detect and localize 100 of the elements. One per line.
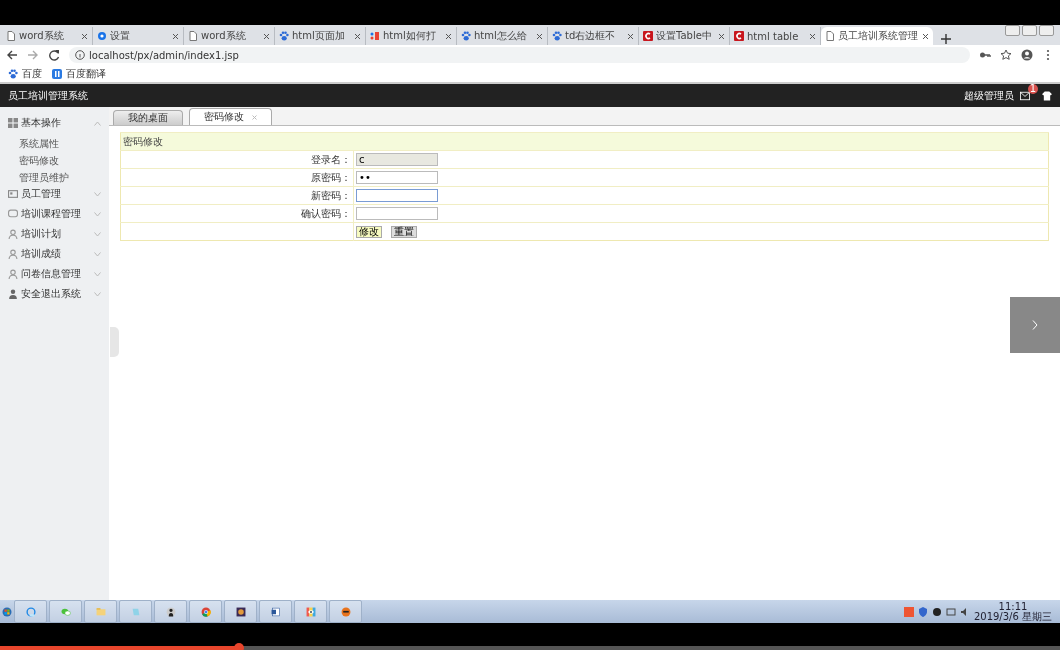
- tab-title: html table: [747, 30, 800, 42]
- avatar-icon: [165, 606, 176, 617]
- taskbar-button[interactable]: [154, 600, 187, 623]
- forward-icon: [27, 49, 39, 61]
- close-button[interactable]: [1039, 25, 1054, 36]
- close-icon: [718, 32, 725, 40]
- app-title: 员工培训管理系统: [8, 88, 89, 103]
- sidebar-subitem[interactable]: 密码修改: [0, 150, 109, 167]
- sidebar-subitem[interactable]: 管理员维护: [0, 167, 109, 184]
- profile-icon: [1021, 49, 1033, 61]
- translate-icon: [52, 68, 62, 79]
- close-icon: [172, 32, 179, 40]
- field-label: 确认密码：: [301, 207, 351, 219]
- settings-icon: [97, 31, 107, 41]
- new-tab-icon: [941, 34, 951, 44]
- close-icon: [536, 32, 543, 40]
- close-icon: [809, 32, 816, 40]
- sidebar-item[interactable]: 培训成绩: [0, 244, 109, 264]
- clock-date: 2019/3/6 星期三: [973, 611, 1052, 622]
- sidebar-item[interactable]: 问卷信息管理: [0, 264, 109, 284]
- restore-button[interactable]: [1022, 25, 1037, 36]
- page-icon: [188, 31, 198, 41]
- sidebar-item[interactable]: 员工管理: [0, 184, 109, 204]
- chevron-down-icon: [94, 271, 101, 277]
- person-icon: [8, 269, 18, 279]
- chat-icon: [8, 209, 18, 219]
- close-icon: [922, 32, 929, 40]
- paw-icon: [8, 68, 18, 79]
- minimize-button[interactable]: [1005, 25, 1020, 36]
- bookmark[interactable]: 百度翻译: [52, 66, 106, 81]
- star-icon: [1000, 49, 1012, 61]
- dots-icon: [370, 31, 380, 41]
- sidebar-item[interactable]: 培训课程管理: [0, 204, 109, 224]
- input-field[interactable]: ••: [356, 171, 438, 184]
- info-icon: [75, 50, 85, 60]
- notepad-icon: [130, 606, 141, 617]
- close-icon: [627, 32, 634, 40]
- user-name: 超级管理员: [964, 88, 1014, 103]
- input-field[interactable]: [356, 189, 438, 202]
- close-icon: [252, 114, 257, 120]
- chrome-icon: [200, 606, 211, 617]
- browser-tab[interactable]: 员工培训系统管理: [821, 27, 933, 45]
- chat-icon: [60, 606, 71, 617]
- sidebar-item[interactable]: 培训计划: [0, 224, 109, 244]
- sidebar-subitem[interactable]: 系统属性: [0, 133, 109, 150]
- page-tab[interactable]: 我的桌面: [113, 110, 183, 125]
- collapse-handle[interactable]: [110, 327, 119, 357]
- c-logo-icon: [643, 31, 653, 41]
- back-icon: [6, 49, 18, 61]
- bookmark[interactable]: 百度: [8, 66, 42, 81]
- paw-icon: [461, 31, 471, 41]
- input-method-icon: [903, 606, 914, 617]
- grid-icon: [8, 118, 18, 128]
- chevron-right-icon: [1030, 320, 1040, 330]
- form-title: 密码修改: [120, 132, 1049, 151]
- reset-button[interactable]: 重置: [391, 225, 417, 238]
- tab-title: td右边框不: [565, 29, 617, 43]
- tab-title: html如何打: [383, 29, 437, 43]
- url-text: localhost/px/admin/index1.jsp: [89, 49, 239, 61]
- browser-icon: [25, 606, 36, 617]
- submit-button[interactable]: 修改: [356, 225, 382, 238]
- c-logo-icon: [734, 31, 744, 41]
- reload-icon: [48, 49, 60, 61]
- close-icon: [263, 32, 270, 40]
- close-icon: [445, 32, 452, 40]
- chevron-up-icon: [94, 120, 101, 126]
- progress-track[interactable]: [0, 646, 1060, 650]
- tab-title: 设置: [110, 29, 131, 43]
- clock-time: 11:11: [998, 601, 1028, 612]
- folder-icon: [95, 606, 106, 617]
- fox-icon: [340, 606, 351, 617]
- paw-icon: [279, 31, 289, 41]
- mail-icon: [1020, 90, 1030, 101]
- card-icon: [8, 189, 18, 199]
- tab-title: html怎么给: [474, 29, 528, 43]
- input-field[interactable]: [356, 207, 438, 220]
- close-icon: [81, 32, 88, 40]
- address-bar[interactable]: localhost/px/admin/index1.jsp: [69, 47, 970, 63]
- page-icon: [6, 31, 16, 41]
- page-tab[interactable]: 密码修改: [189, 108, 272, 125]
- paw-icon: [552, 31, 562, 41]
- page-icon: [825, 31, 835, 41]
- sidebar-item[interactable]: 基本操作: [0, 113, 109, 133]
- sidebar-item[interactable]: 安全退出系统: [0, 284, 109, 304]
- field-label: 登录名：: [311, 153, 351, 165]
- progress-thumb[interactable]: [233, 643, 244, 650]
- penguin-icon: [931, 606, 942, 617]
- tab-title: html页面加: [292, 29, 346, 43]
- person-icon: [8, 249, 18, 259]
- game-icon: [235, 606, 246, 617]
- tab-title: 员工培训系统管理: [838, 29, 919, 43]
- tab-title: word系统: [201, 29, 247, 43]
- taskbar-button[interactable]: [259, 600, 292, 623]
- close-icon: [354, 32, 361, 40]
- chevron-down-icon: [94, 191, 101, 197]
- chevron-down-icon: [94, 291, 101, 297]
- network-icon: [945, 606, 956, 617]
- tab-title: word系统: [19, 29, 65, 43]
- tab-title: 设置Table中: [656, 29, 713, 43]
- taskbar-button[interactable]: [224, 600, 257, 623]
